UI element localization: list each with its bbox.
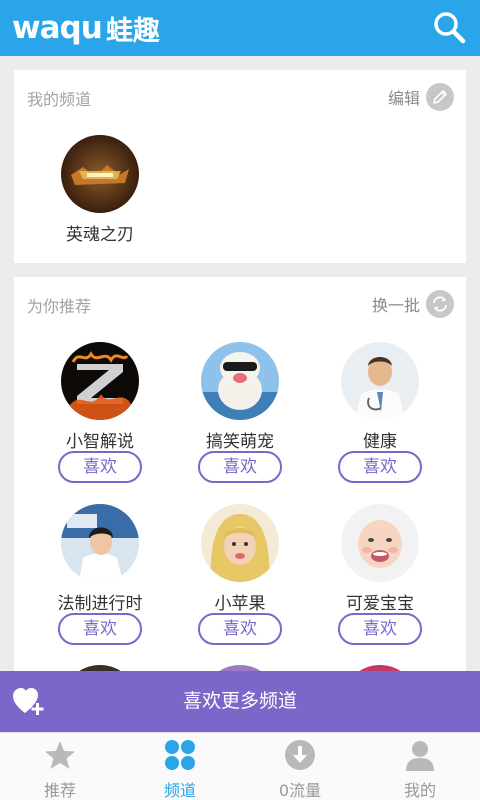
star-icon	[45, 741, 75, 769]
channel-name: 法制进行时	[57, 594, 143, 614]
channel-avatar-fazhi[interactable]	[61, 504, 139, 582]
app-logo: waqu 蛙趣	[12, 6, 160, 50]
search-icon	[434, 12, 466, 44]
logo-chinese-text: 蛙趣	[105, 15, 160, 47]
channel-avatar-xiao-pingguo[interactable]	[201, 504, 279, 582]
logo-text: waqu	[12, 10, 103, 46]
edit-label: 编辑	[387, 89, 420, 108]
like-more-channels-bar[interactable]: 喜欢更多频道	[0, 671, 480, 732]
channel-avatar-gaoxiao-mengchong[interactable]	[201, 342, 279, 420]
channel-avatar-keai-baobao[interactable]	[341, 504, 419, 582]
tab-mine[interactable]: 我的	[360, 733, 480, 800]
my-channels-title: 我的频道	[27, 90, 92, 109]
tab-zero-traffic[interactable]: 0流量	[240, 733, 360, 800]
download-icon	[285, 740, 315, 770]
top-bar: waqu 蛙趣	[0, 0, 480, 56]
pencil-icon	[426, 83, 454, 111]
like-button[interactable]: 喜欢	[338, 613, 422, 645]
channel-avatar-jiankang[interactable]	[341, 342, 419, 420]
channel-name: 小苹果	[214, 594, 266, 614]
user-icon	[406, 741, 434, 771]
bottom-tab-bar: 推荐 频道 0流量 我的	[0, 732, 480, 800]
like-more-channels-label: 喜欢更多频道	[182, 690, 297, 712]
channel-avatar-xiaozhi[interactable]	[61, 342, 139, 420]
refresh-icon	[426, 290, 454, 318]
tab-label: 我的	[403, 781, 436, 800]
like-button[interactable]: 喜欢	[198, 451, 282, 483]
tab-label: 频道	[163, 781, 196, 800]
like-button[interactable]: 喜欢	[338, 451, 422, 483]
channel-name: 小智解说	[66, 432, 134, 452]
channel-name: 健康	[363, 432, 397, 452]
like-button[interactable]: 喜欢	[198, 613, 282, 645]
channel-name: 搞笑萌宠	[206, 432, 274, 452]
tab-label: 推荐	[43, 781, 76, 800]
tab-label: 0流量	[278, 781, 322, 800]
refresh-label: 换一批	[371, 296, 420, 315]
channel-name: 可爱宝宝	[346, 594, 414, 614]
refresh-button[interactable]: 换一批	[372, 289, 454, 319]
recommended-title: 为你推荐	[27, 297, 92, 316]
tab-channels[interactable]: 频道	[120, 733, 240, 800]
edit-button[interactable]: 编辑	[388, 82, 454, 112]
channel-name: 英魂之刃	[66, 225, 134, 245]
my-channels-card: 我的频道 编辑 英魂之刃	[14, 70, 466, 263]
like-button[interactable]: 喜欢	[58, 613, 142, 645]
grid-dots-icon	[165, 740, 195, 770]
like-button[interactable]: 喜欢	[58, 451, 142, 483]
search-button[interactable]	[430, 8, 470, 48]
channel-avatar-yinghun[interactable]	[61, 135, 139, 213]
recommended-card: 为你推荐 换一批 小智解说 喜欢 搞笑萌宠 喜欢 健康 喜欢 法制进行时 喜欢 …	[14, 277, 466, 743]
tab-recommend[interactable]: 推荐	[0, 733, 120, 800]
